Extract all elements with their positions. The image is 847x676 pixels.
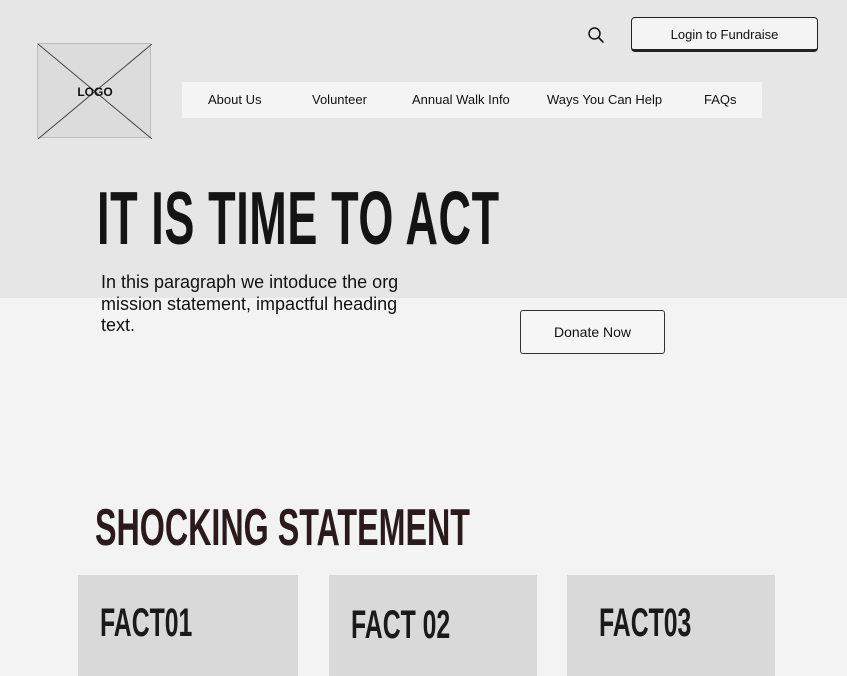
search-icon[interactable]	[587, 26, 605, 44]
fact-card-title: FACT 02	[351, 603, 451, 647]
fact-card: FACT 02	[329, 575, 537, 676]
logo-text: LOGO	[77, 85, 113, 99]
fact-card: FACT01	[78, 575, 298, 676]
main-nav: About Us Volunteer Annual Walk Info Ways…	[182, 82, 762, 118]
logo-placeholder[interactable]: LOGO	[37, 43, 152, 139]
donate-now-button[interactable]: Donate Now	[520, 310, 665, 354]
fact-card: FACT03	[567, 575, 775, 676]
nav-item-faqs[interactable]: FAQs	[704, 82, 737, 118]
nav-item-ways-you-can-help[interactable]: Ways You Can Help	[547, 82, 662, 118]
fact-card-title: FACT03	[599, 601, 692, 645]
fact-card-title: FACT01	[100, 601, 193, 645]
shocking-statement-heading: SHOCKING STATEMENT	[95, 499, 470, 557]
nav-item-about-us[interactable]: About Us	[208, 82, 261, 118]
hero-heading: IT IS TIME TO ACT	[97, 176, 500, 260]
nav-item-annual-walk-info[interactable]: Annual Walk Info	[412, 82, 510, 118]
mission-paragraph: In this paragraph we intoduce the org mi…	[101, 272, 399, 335]
login-to-fundraise-button[interactable]: Login to Fundraise	[631, 17, 818, 52]
nav-item-volunteer[interactable]: Volunteer	[312, 82, 367, 118]
